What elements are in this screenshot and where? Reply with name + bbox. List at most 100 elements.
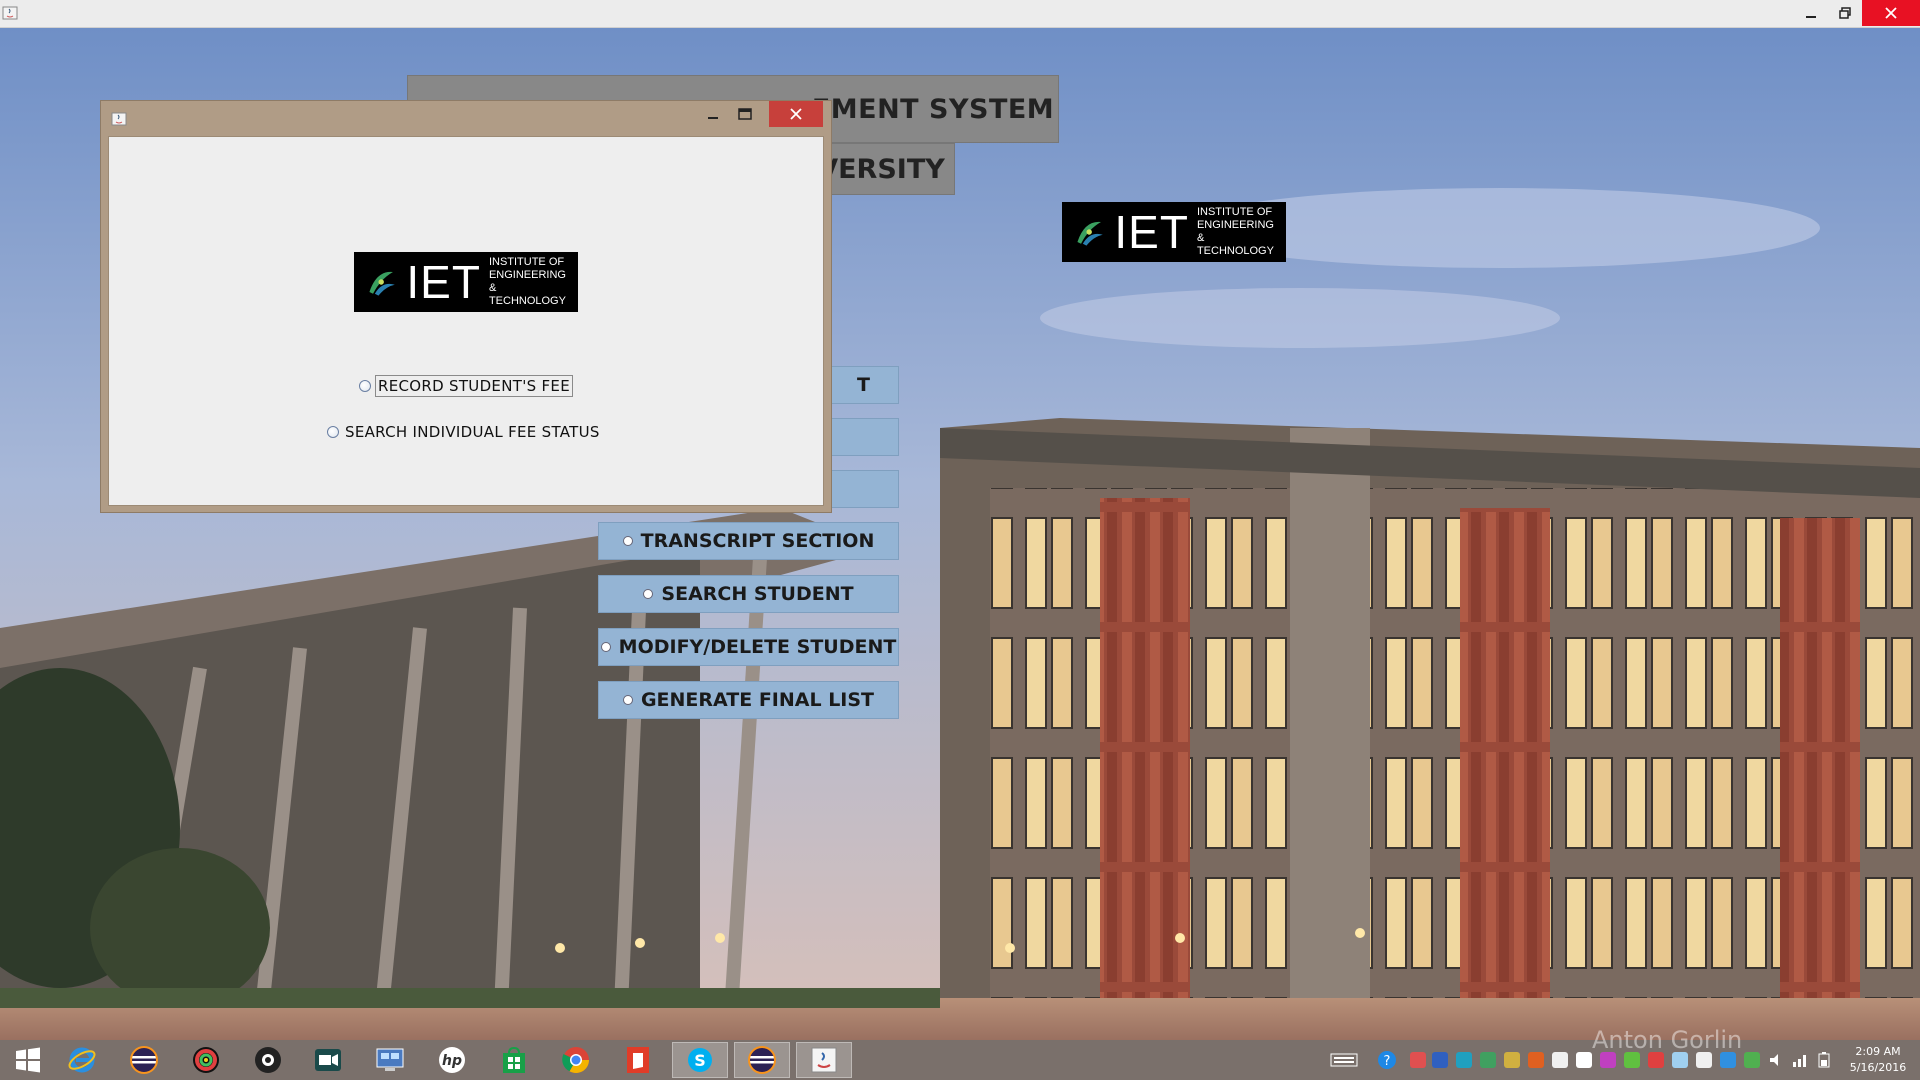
radio-record-students-fee[interactable]: RECORD STUDENT'S FEE [359, 375, 573, 397]
svg-text:hp: hp [442, 1053, 462, 1069]
menu-button-1-label: T [857, 374, 870, 396]
taskbar-eclipse-2[interactable] [734, 1042, 790, 1078]
iet-logo-main-line-2: ENGINEERING & [1196, 219, 1274, 244]
internet-explorer-icon [68, 1047, 96, 1073]
tray-app-icon[interactable] [1720, 1052, 1736, 1068]
dialog-minimize-button[interactable] [697, 101, 729, 127]
tray-app-icon[interactable] [1552, 1052, 1568, 1068]
radio-icon [643, 589, 654, 599]
battery-icon[interactable] [1816, 1052, 1832, 1068]
java-coffee-icon [811, 1047, 837, 1073]
iet-emblem-icon [1077, 221, 1103, 246]
main-minimize-button[interactable] [1794, 0, 1828, 26]
java-app-icon [111, 112, 127, 126]
iet-logo-main-big: IET [1114, 206, 1189, 258]
taskbar-chrome[interactable] [548, 1042, 604, 1078]
taskbar-internet-explorer[interactable] [54, 1042, 110, 1078]
tray-app-icon[interactable] [1480, 1052, 1496, 1068]
radio-icon [600, 642, 611, 652]
taskbar-remote-desktop[interactable] [362, 1042, 418, 1078]
main-close-button[interactable] [1862, 0, 1920, 26]
fee-dialog-window: IET INSTITUTE OF ENGINEERING & TECHNOLOG… [100, 100, 832, 513]
taskbar-store[interactable] [486, 1042, 542, 1078]
tray-app-icon[interactable] [1456, 1052, 1472, 1068]
dialog-titlebar[interactable] [101, 101, 831, 134]
watermark-text: Anton Gorlin [1592, 1026, 1743, 1054]
university-text: VERSITY [817, 153, 945, 185]
radio-icon [622, 536, 633, 546]
radio-search-individual-fee-status-label: SEARCH INDIVIDUAL FEE STATUS [345, 423, 600, 441]
taskbar-video-app[interactable] [300, 1042, 356, 1078]
iet-logo-dialog-line-2: ENGINEERING & [488, 269, 566, 294]
menu-button-search-student[interactable]: SEARCH STUDENT [598, 575, 899, 613]
dialog-content-panel: IET INSTITUTE OF ENGINEERING & TECHNOLOG… [108, 136, 824, 506]
iet-logo-dialog-caption: INSTITUTE OF ENGINEERING & TECHNOLOGY [489, 256, 568, 308]
tray-app-icon[interactable] [1504, 1052, 1520, 1068]
radio-search-individual-fee-status[interactable]: SEARCH INDIVIDUAL FEE STATUS [327, 422, 602, 442]
iet-logo-dialog-big: IET [406, 256, 481, 308]
close-icon [790, 108, 802, 120]
tray-app-icon[interactable] [1576, 1052, 1592, 1068]
main-restore-button[interactable] [1828, 0, 1862, 26]
tray-app-icon[interactable] [1744, 1052, 1760, 1068]
skype-icon: S [688, 1048, 712, 1072]
java-app-icon [2, 6, 18, 20]
menu-button-generate-final-list-label: GENERATE FINAL LIST [640, 689, 875, 711]
network-icon[interactable] [1792, 1052, 1808, 1068]
minimize-icon [708, 117, 718, 119]
radio-icon [622, 695, 633, 705]
dialog-maximize-button[interactable] [729, 101, 761, 127]
keyboard-icon[interactable] [1330, 1052, 1358, 1068]
tray-app-icon[interactable] [1432, 1052, 1448, 1068]
remote-desktop-icon [376, 1048, 404, 1071]
video-camera-icon [315, 1049, 341, 1071]
taskbar-skype[interactable]: S [672, 1042, 728, 1078]
radio-record-students-fee-label: RECORD STUDENT'S FEE [375, 375, 573, 397]
tray-app-icon[interactable] [1600, 1052, 1616, 1068]
help-icon[interactable]: ? [1377, 1050, 1397, 1070]
radio-button-icon[interactable] [359, 380, 371, 392]
store-bag-icon [503, 1046, 525, 1073]
minimize-icon [1806, 16, 1816, 18]
color-wheel-icon [193, 1047, 219, 1073]
menu-button-transcript-section[interactable]: TRANSCRIPT SECTION [598, 522, 899, 560]
flag-icon[interactable] [1696, 1052, 1712, 1068]
menu-button-modify-delete-student-label: MODIFY/DELETE STUDENT [618, 636, 897, 658]
menu-button-generate-final-list[interactable]: GENERATE FINAL LIST [598, 681, 899, 719]
clock-time: 2:09 AM [1855, 1045, 1901, 1058]
tray-app-icon[interactable] [1410, 1052, 1426, 1068]
iet-logo-main-line-3: TECHNOLOGY [1196, 245, 1274, 257]
taskbar-java-app[interactable] [796, 1042, 852, 1078]
maximize-icon [738, 108, 752, 120]
hp-logo-icon: hp [439, 1047, 465, 1073]
radio-button-icon[interactable] [327, 426, 339, 438]
iet-logo-dialog-line-3: TECHNOLOGY [488, 295, 566, 307]
start-button[interactable] [0, 1042, 56, 1078]
iet-logo-dialog-line-1: INSTITUTE OF [488, 256, 565, 268]
taskbar-office-app[interactable] [610, 1042, 666, 1078]
close-icon [1885, 7, 1897, 19]
clock-date: 5/16/2016 [1849, 1061, 1907, 1074]
taskbar-clock[interactable]: 2:09 AM 5/16/2016 [1840, 1044, 1916, 1076]
taskbar-color-wheel-app[interactable] [178, 1042, 234, 1078]
app-title-text: EMENT SYSTEM [811, 93, 1055, 125]
menu-button-modify-delete-student[interactable]: MODIFY/DELETE STUDENT [598, 628, 899, 666]
dialog-close-button[interactable] [769, 101, 823, 127]
taskbar-eclipse[interactable] [116, 1042, 172, 1078]
restore-icon [1839, 7, 1851, 19]
volume-icon[interactable] [1768, 1052, 1784, 1068]
camera-icon [255, 1047, 281, 1073]
iet-logo-dialog: IET INSTITUTE OF ENGINEERING & TECHNOLOG… [354, 252, 578, 312]
tray-app-icon[interactable] [1624, 1052, 1640, 1068]
tray-app-icon[interactable] [1648, 1052, 1664, 1068]
taskbar-hp-app[interactable]: hp [424, 1042, 480, 1078]
main-window-titlebar [0, 0, 1920, 28]
tray-app-icon[interactable] [1528, 1052, 1544, 1068]
svg-text:S: S [694, 1051, 706, 1070]
office-app-icon [627, 1047, 649, 1073]
tray-app-icon[interactable] [1672, 1052, 1688, 1068]
iet-emblem-icon [369, 271, 395, 296]
taskbar-camera-app[interactable] [240, 1042, 296, 1078]
svg-text:?: ? [1384, 1054, 1391, 1069]
windows-logo-icon [16, 1047, 40, 1073]
